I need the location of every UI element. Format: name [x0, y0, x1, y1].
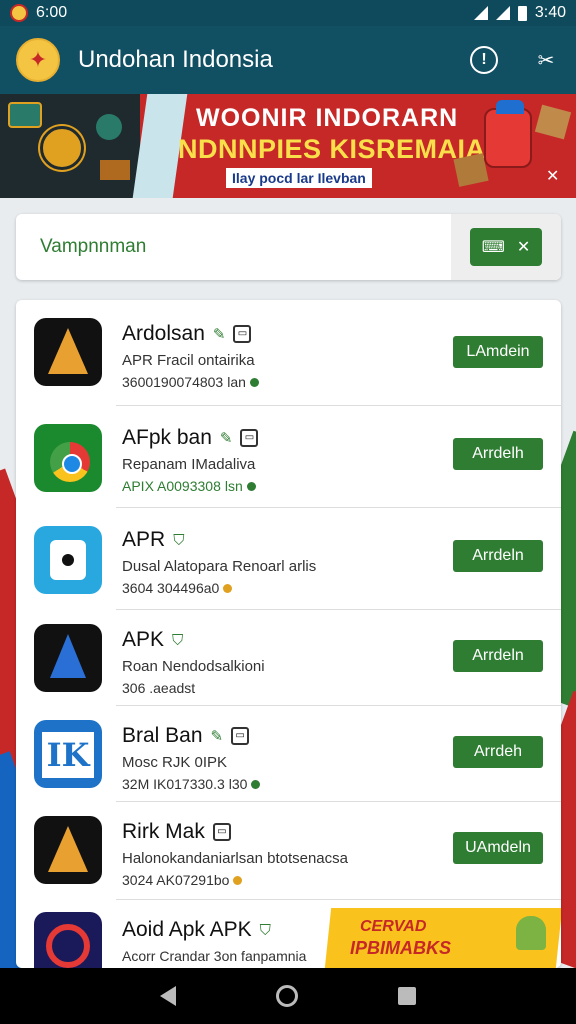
- status-right-time: 3:40: [534, 4, 566, 21]
- app-name: Aoid Apk APK: [122, 918, 252, 941]
- app-icon: [34, 526, 102, 594]
- search-bar[interactable]: Vampnnman ⌨ ✕: [16, 214, 561, 280]
- app-icon: [34, 624, 102, 692]
- list-item[interactable]: Ardolsan ✎ ▭ APR Fracil ontairika 36001900…: [16, 300, 561, 406]
- recent-apps-icon[interactable]: [398, 987, 416, 1005]
- banner-close-icon[interactable]: ✕: [546, 166, 559, 186]
- status-bar: 6:00 3:40: [0, 0, 576, 26]
- status-dot-icon: [249, 377, 259, 387]
- app-icon: [34, 912, 102, 968]
- shield-icon: ⛉: [259, 921, 271, 939]
- tv-icon: ▭: [231, 727, 250, 745]
- app-list: Ardolsan ✎ ▭ APR Fracil ontairika 36001900…: [16, 300, 561, 968]
- app-name: Bral Ban: [122, 724, 203, 747]
- banner-title-line2: NDNNPIES KISREMAIA!: [178, 134, 496, 164]
- verified-icon: ✎: [210, 728, 224, 745]
- list-item[interactable]: Rirk Mak ▭ Halonokandaniarlsan btotsenacs…: [16, 802, 561, 900]
- close-icon: ✕: [516, 239, 531, 256]
- navigation-bar: [0, 968, 576, 1024]
- app-desc: APR Fracil ontairika: [122, 352, 255, 369]
- app-desc: Halonokandaniarlsan btotsenacsa: [122, 850, 348, 867]
- app-desc: Roan Nendodsalkioni: [122, 658, 265, 675]
- app-title: Undohan Indonsia: [78, 46, 273, 73]
- app-icon: IK: [34, 720, 102, 788]
- info-icon[interactable]: !: [470, 46, 498, 74]
- app-meta: 3024 AK07291bo: [122, 872, 230, 888]
- list-item[interactable]: AFpk ban ✎ ▭ Repanam IMadaliva APIX A00933…: [16, 406, 561, 508]
- app-name: APK: [122, 628, 165, 651]
- app-desc: Dusal Alatopara Renoarl arlis: [122, 558, 317, 575]
- banner-artwork: [0, 94, 140, 198]
- app-meta: 3600190074803: [122, 374, 224, 390]
- install-button[interactable]: Arrdelh: [453, 438, 543, 470]
- list-item[interactable]: APK ⛉ Roan Nendodsalkioni 306 .aeadst Arr…: [16, 610, 561, 706]
- app-icon: [34, 318, 102, 386]
- ad-text-line1: CERVAD: [360, 918, 427, 935]
- mascot-icon: [484, 100, 532, 168]
- app-bar: ✦ Undohan Indonsia ! ✂: [0, 26, 576, 94]
- status-dot-icon: [223, 583, 233, 593]
- app-name: Rirk Mak: [122, 820, 205, 843]
- search-button[interactable]: ⌨ ✕: [470, 228, 542, 266]
- app-name: APR: [122, 528, 166, 551]
- app-icon: [34, 424, 102, 492]
- list-item[interactable]: APR ⛉ Dusal Alatopara Renoarl arlis 3604 …: [16, 508, 561, 610]
- crossed-tools-icon[interactable]: ✂: [532, 46, 560, 74]
- signal-icon: [495, 6, 510, 20]
- tv-icon: ▭: [240, 429, 259, 447]
- app-meta: 306 .aeadst: [122, 680, 196, 696]
- shield-icon: ⛉: [172, 631, 184, 649]
- app-name: Ardolsan: [122, 322, 205, 345]
- install-button[interactable]: Arrdeln: [453, 540, 543, 572]
- promo-banner[interactable]: WOONIR INDORARN NDNNPIES KISREMAIA! Ilay…: [0, 94, 576, 198]
- status-dot-icon: [233, 875, 243, 885]
- home-icon[interactable]: [276, 985, 298, 1007]
- shield-icon: ⛉: [173, 531, 185, 549]
- app-icon: [34, 816, 102, 884]
- install-button[interactable]: LAmdein: [453, 336, 543, 368]
- app-desc: Repanam IMadaliva: [122, 456, 256, 473]
- app-name: AFpk ban: [122, 426, 212, 449]
- tv-icon: ▭: [212, 823, 231, 841]
- app-meta-suffix: lan: [227, 374, 246, 390]
- verified-icon: ✎: [219, 430, 233, 447]
- list-item[interactable]: IK Bral Ban ✎ ▭ Mosc RJK 0IPK 32M IK017330…: [16, 706, 561, 802]
- app-desc: Mosc RJK 0IPK: [122, 754, 228, 771]
- app-desc: Acorr Crandar 3on fanpamnia: [122, 948, 307, 964]
- notification-app-icon: [10, 4, 28, 22]
- code-icon: ⌨: [481, 239, 505, 256]
- back-icon[interactable]: [160, 986, 176, 1006]
- android-icon: [516, 916, 546, 950]
- status-time: 6:00: [36, 4, 68, 21]
- verified-icon: ✎: [212, 326, 226, 343]
- search-input[interactable]: Vampnnman: [40, 236, 146, 258]
- status-dot-icon: [251, 779, 261, 789]
- app-meta-suffix: lsn: [224, 478, 243, 494]
- battery-icon: [517, 5, 527, 21]
- banner-title-line1: WOONIR INDORARN: [196, 104, 459, 132]
- box-icon: [534, 104, 572, 140]
- wifi-icon: [473, 6, 488, 20]
- app-meta: 3604 304496a0: [122, 580, 220, 596]
- app-meta: APIX A0093308: [122, 478, 221, 494]
- ad-text-line2: IPBIMABKS: [350, 938, 452, 958]
- app-logo: ✦: [16, 38, 60, 82]
- tv-icon: ▭: [233, 325, 252, 343]
- list-item[interactable]: Aoid Apk APK ⛉ Acorr Crandar 3on fanpamni…: [16, 900, 561, 968]
- install-button[interactable]: Arrdeln: [453, 640, 543, 672]
- status-dot-icon: [246, 481, 256, 491]
- app-meta: 32M IK017330.3: [122, 776, 225, 792]
- install-button[interactable]: UAmdeln: [453, 832, 543, 864]
- banner-subtitle: Ilay pocd lar Ilevban: [226, 168, 372, 188]
- app-meta-suffix: l30: [228, 776, 248, 792]
- install-button[interactable]: Arrdeh: [453, 736, 543, 768]
